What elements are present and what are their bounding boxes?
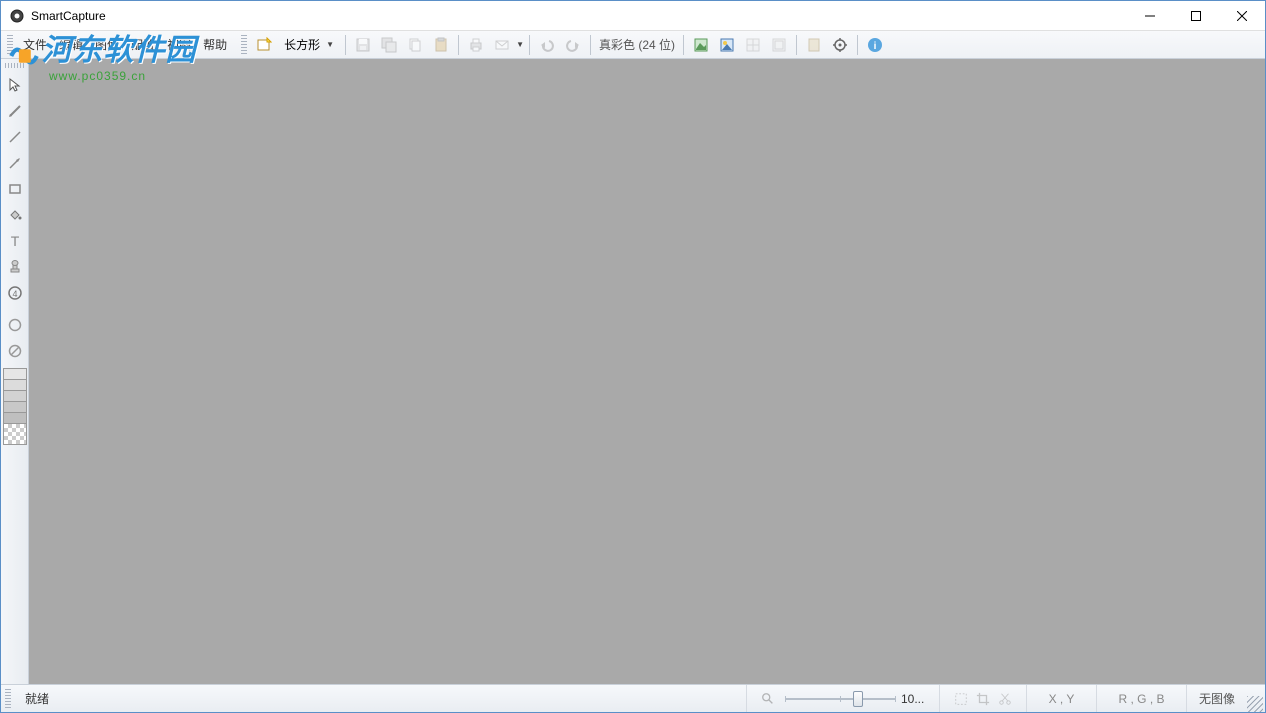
image-tool-3[interactable] [740,33,766,57]
zoom-value: 10... [901,692,929,706]
toolbar-separator [857,35,858,55]
toolbar-separator [590,35,591,55]
zoom-slider[interactable] [785,691,895,707]
paste-button[interactable] [428,33,454,57]
toolbar-separator [796,35,797,55]
svg-text:4: 4 [12,289,17,299]
menu-grip[interactable] [7,35,13,55]
swatch-checker[interactable] [3,423,27,445]
minimize-button[interactable] [1127,1,1173,31]
window-title: SmartCapture [31,9,1127,23]
settings-button[interactable] [827,33,853,57]
arrow-tool[interactable] [3,151,27,175]
email-dropdown-arrow[interactable]: ▼ [515,40,525,49]
line-tool[interactable] [3,125,27,149]
window-controls [1127,1,1265,31]
image-tool-4[interactable] [766,33,792,57]
zoom-icon[interactable] [757,692,779,706]
status-icons [940,685,1027,712]
ellipse-tool[interactable] [3,313,27,337]
status-bar: 就绪 10... X , Y R , G , B 无图像 [1,684,1265,712]
image-tool-2[interactable] [714,33,740,57]
clipboard-tool[interactable] [801,33,827,57]
redo-button[interactable] [560,33,586,57]
menu-config[interactable]: 配置 [125,32,161,57]
canvas-area[interactable] [29,59,1265,684]
status-grip[interactable] [5,689,11,709]
rectangle-tool[interactable] [3,177,27,201]
save-button[interactable] [350,33,376,57]
title-bar: SmartCapture [1,1,1265,31]
numbered-marker-tool[interactable]: 4 [3,281,27,305]
toolbar-grip-1[interactable] [241,35,247,55]
toolbar: 长方形 ▼ ▼ 真彩色 (24 位) [241,33,888,57]
copy-button[interactable] [402,33,428,57]
toolbar-separator [458,35,459,55]
close-button[interactable] [1219,1,1265,31]
menu-image[interactable]: 图像 [89,32,125,57]
crop-icon[interactable] [972,692,994,706]
zoom-section: 10... [746,685,940,712]
capture-mode-dropdown[interactable]: 长方形 ▼ [277,33,341,56]
menu-edit[interactable]: 编辑 [53,32,89,57]
application-window: SmartCapture 河东软件园 www.pc0359.cn 文件 编辑 图… [0,0,1266,713]
cut-icon[interactable] [994,692,1016,706]
zoom-slider-thumb[interactable] [853,691,863,707]
svg-text:T: T [10,233,19,249]
toolbar-separator [529,35,530,55]
toolbar-separator [683,35,684,55]
pointer-tool[interactable] [3,73,27,97]
menu-toolbar-row: 河东软件园 www.pc0359.cn 文件 编辑 图像 配置 视图 帮助 长方… [1,31,1265,59]
image-tool-1[interactable] [688,33,714,57]
status-ready: 就绪 [15,685,59,712]
undo-button[interactable] [534,33,560,57]
resize-grip[interactable] [1247,696,1263,712]
print-button[interactable] [463,33,489,57]
app-icon [9,8,25,24]
selection-icon[interactable] [950,692,972,706]
fill-tool[interactable] [3,203,27,227]
new-capture-button[interactable] [251,33,277,57]
no-fill-tool[interactable] [3,339,27,363]
info-button[interactable]: i [862,33,888,57]
maximize-button[interactable] [1173,1,1219,31]
chevron-down-icon: ▼ [326,40,334,49]
save-as-button[interactable] [376,33,402,57]
stamp-tool[interactable] [3,255,27,279]
color-swatches [3,368,27,444]
capture-mode-label: 长方形 [284,36,320,53]
text-tool[interactable]: T [3,229,27,253]
menu-file[interactable]: 文件 [17,32,53,57]
menu-bar: 文件 编辑 图像 配置 视图 帮助 [1,32,233,57]
status-rgb: R , G , B [1097,685,1187,712]
toolbar-separator [345,35,346,55]
tool-palette: T 4 [1,59,29,684]
palette-grip[interactable] [5,63,25,68]
svg-text:i: i [874,41,877,52]
pencil-tool[interactable] [3,99,27,123]
status-coordinates: X , Y [1027,685,1097,712]
email-button[interactable] [489,33,515,57]
menu-help[interactable]: 帮助 [197,32,233,57]
main-area: T 4 [1,59,1265,684]
status-image-info: 无图像 [1187,685,1247,712]
color-depth-label[interactable]: 真彩色 (24 位) [595,36,679,53]
menu-view[interactable]: 视图 [161,32,197,57]
